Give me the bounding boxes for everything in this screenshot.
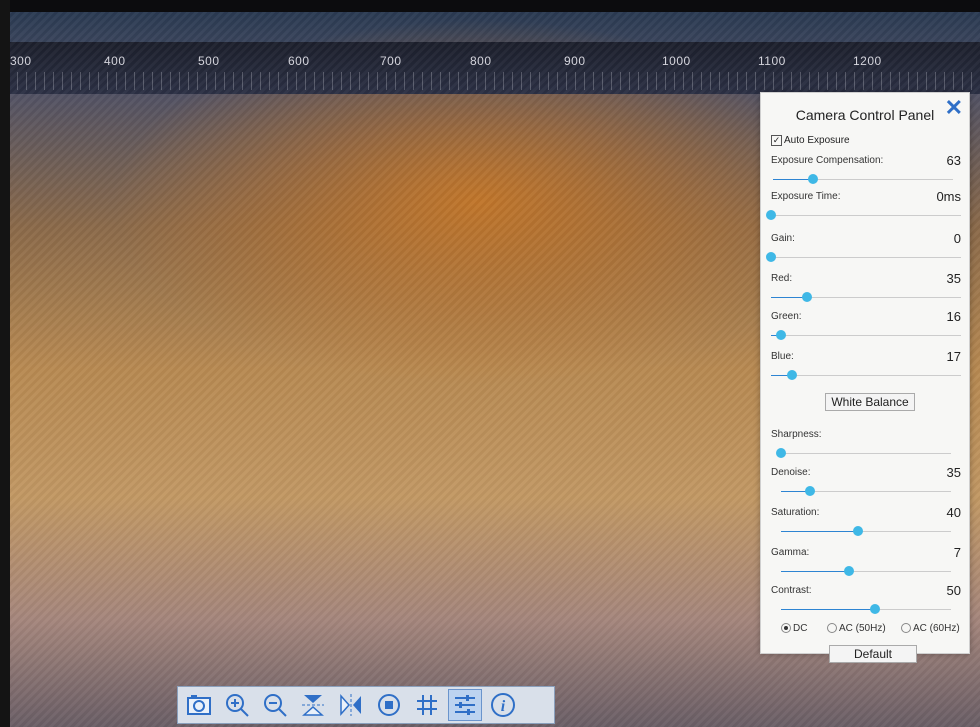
sharpness-label: Sharpness: — [771, 429, 822, 440]
ruler-ticks — [8, 72, 980, 90]
radio-ac60-label: AC (60Hz) — [913, 623, 960, 634]
green-value: 16 — [946, 309, 961, 324]
default-button[interactable]: Default — [829, 645, 917, 663]
flip-vertical-icon — [302, 695, 324, 716]
radio-dc-label: DC — [793, 623, 808, 634]
zoom-in-button[interactable] — [220, 689, 254, 721]
exposure-time-slider-handle[interactable] — [766, 210, 776, 220]
checkmark-icon: ✓ — [771, 135, 782, 146]
gain-label: Gain: — [771, 233, 795, 244]
zoom-out-icon — [264, 694, 287, 717]
snapshot-icon — [187, 695, 211, 715]
camera-control-panel: Camera Control Panel ✕ ✓ Auto Exposure Ex… — [760, 92, 970, 663]
ruler-label: 800 — [470, 54, 492, 68]
saturation-slider-fill — [781, 531, 858, 532]
settings-sliders-button[interactable] — [448, 689, 482, 721]
blue-slider-handle[interactable] — [787, 370, 797, 380]
record-stop-button[interactable] — [372, 689, 406, 721]
exposure-time-slider-track[interactable] — [771, 215, 961, 216]
exposure-compensation-value: 63 — [946, 153, 961, 168]
blue-slider-track[interactable] — [771, 375, 961, 376]
radio-ac-60hz[interactable]: AC (60Hz) — [901, 623, 960, 634]
bottom-toolbar: i — [177, 686, 555, 724]
gain-slider-handle[interactable] — [766, 252, 776, 262]
contrast-label: Contrast: — [771, 585, 812, 596]
denoise-value: 35 — [946, 465, 961, 480]
saturation-label: Saturation: — [771, 507, 820, 518]
ruler-label: 1100 — [758, 54, 786, 68]
flip-vertical-button[interactable] — [296, 689, 330, 721]
green-slider-track[interactable] — [771, 335, 961, 336]
denoise-slider-handle[interactable] — [805, 486, 815, 496]
radio-dc[interactable]: DC — [781, 623, 807, 634]
ruler-label: 700 — [380, 54, 402, 68]
radio-dot-icon — [901, 623, 911, 634]
ruler-label: 1000 — [662, 54, 691, 68]
monitor-bezel-left — [0, 0, 10, 727]
info-icon: i — [491, 693, 515, 717]
blue-label: Blue: — [771, 351, 794, 362]
blue-value: 17 — [946, 349, 961, 364]
measurement-ruler: 300 400 500 600 700 800 900 1000 1100 12… — [8, 42, 980, 94]
ruler-label: 1200 — [853, 54, 882, 68]
snapshot-button[interactable] — [182, 689, 216, 721]
flip-horizontal-button[interactable] — [334, 689, 368, 721]
monitor-bezel-top — [0, 0, 980, 12]
red-label: Red: — [771, 273, 793, 284]
contrast-slider-fill — [781, 609, 875, 610]
exposure-time-label: Exposure Time: — [771, 191, 841, 202]
sharpness-slider-handle[interactable] — [776, 448, 786, 458]
denoise-label: Denoise: — [771, 467, 811, 478]
gain-value: 0 — [953, 231, 961, 246]
green-slider-handle[interactable] — [776, 330, 786, 340]
grid-button[interactable] — [410, 689, 444, 721]
record-stop-icon — [378, 694, 400, 716]
white-balance-button[interactable]: White Balance — [825, 393, 915, 411]
gain-slider-track[interactable] — [771, 257, 961, 258]
zoom-in-icon — [226, 694, 249, 717]
gamma-label: Gamma: — [771, 547, 810, 558]
saturation-slider-handle[interactable] — [853, 526, 863, 536]
sharpness-slider-track[interactable] — [781, 453, 951, 454]
red-value: 35 — [946, 271, 961, 286]
panel-title: Camera Control Panel — [795, 107, 935, 123]
saturation-value: 40 — [946, 505, 961, 520]
contrast-slider-handle[interactable] — [870, 604, 880, 614]
ruler-label: 900 — [564, 54, 586, 68]
exposure-time-value: 0ms — [936, 189, 961, 204]
green-label: Green: — [771, 311, 802, 322]
radio-dot-icon — [827, 623, 837, 634]
info-button[interactable]: i — [486, 689, 520, 721]
zoom-out-button[interactable] — [258, 689, 292, 721]
auto-exposure-checkbox[interactable]: ✓ Auto Exposure — [771, 135, 850, 146]
close-icon[interactable]: ✕ — [945, 95, 963, 121]
ruler-label: 600 — [288, 54, 310, 68]
gamma-value: 7 — [953, 545, 961, 560]
grid-icon — [417, 695, 437, 715]
svg-text:i: i — [501, 698, 506, 715]
radio-ac50-label: AC (50Hz) — [839, 623, 886, 634]
exposure-compensation-slider-handle[interactable] — [808, 174, 818, 184]
ruler-label: 300 — [10, 54, 32, 68]
ruler-label: 400 — [104, 54, 126, 68]
ruler-label: 500 — [198, 54, 220, 68]
exposure-compensation-label: Exposure Compensation: — [771, 155, 884, 166]
gamma-slider-fill — [781, 571, 849, 572]
flip-horizontal-icon — [340, 694, 361, 716]
radio-dot-icon — [781, 623, 791, 634]
contrast-value: 50 — [946, 583, 961, 598]
exposure-compensation-slider-fill — [773, 179, 813, 180]
radio-ac-50hz[interactable]: AC (50Hz) — [827, 623, 886, 634]
gamma-slider-handle[interactable] — [844, 566, 854, 576]
auto-exposure-label: Auto Exposure — [784, 135, 850, 147]
settings-sliders-icon — [455, 695, 475, 715]
red-slider-handle[interactable] — [802, 292, 812, 302]
